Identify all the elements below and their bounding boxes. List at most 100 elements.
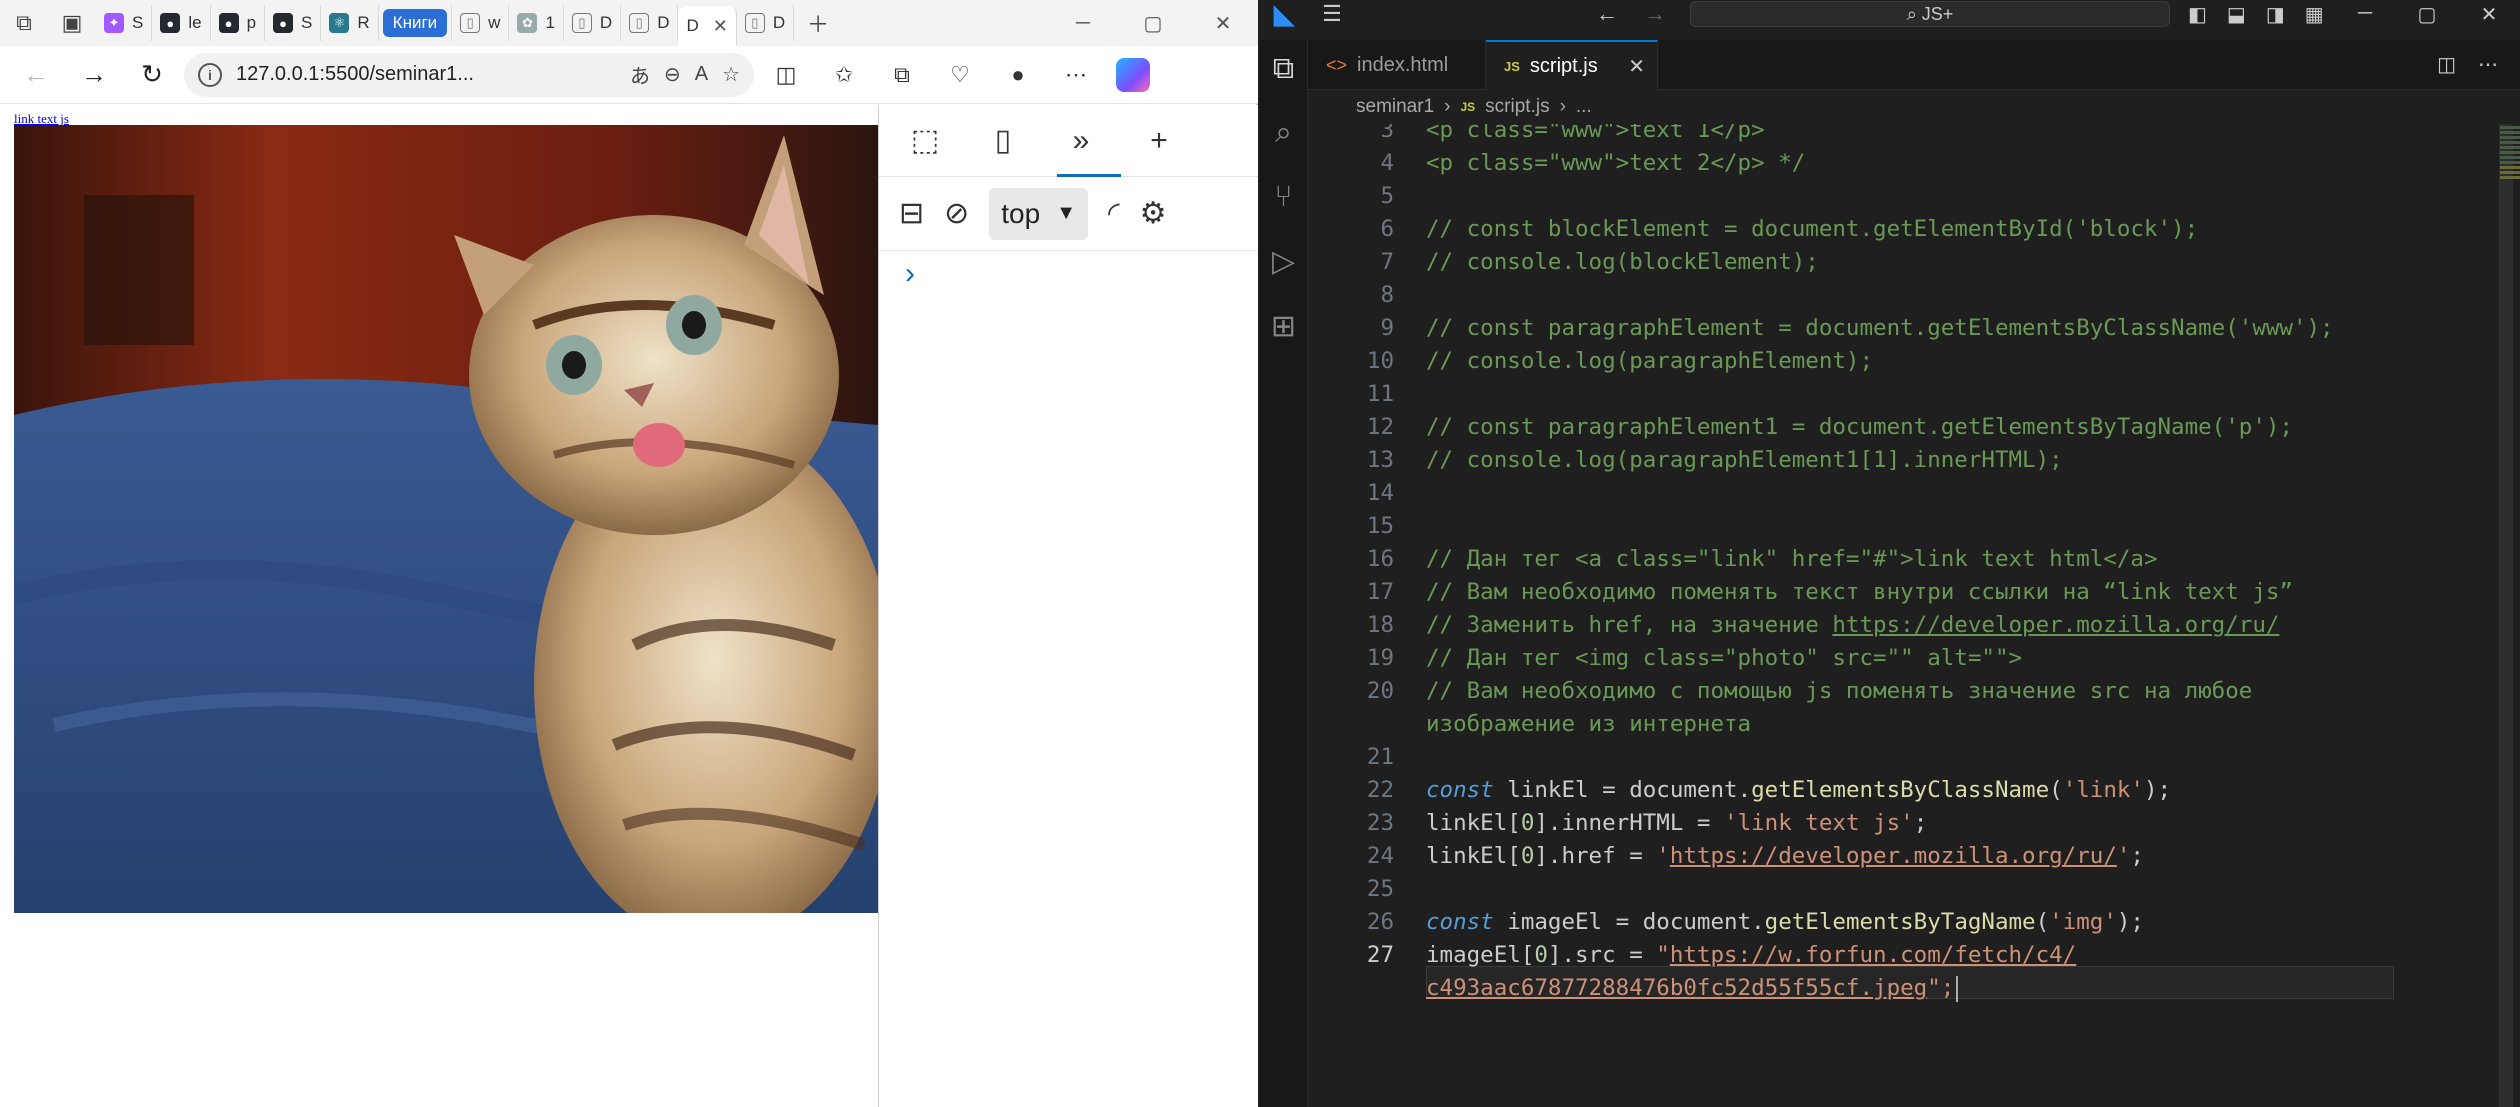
browser-tab[interactable]: ✿ 1 <box>509 5 564 41</box>
maximize-icon[interactable]: ▢ <box>2396 2 2458 27</box>
code-line[interactable]: 9 // const paragraphElement = document.ge… <box>1308 312 2333 345</box>
browser-tab[interactable]: ▯ D <box>737 5 795 41</box>
console-sidebar-icon[interactable]: ⊟ <box>899 196 924 231</box>
code-line[interactable]: 23 linkEl[0].innerHTML = 'link text js'; <box>1308 807 2334 840</box>
code-line[interactable]: 16 // Дан тег <a class="link" href="#">li… <box>1308 543 2334 576</box>
browser-tab[interactable]: ● p <box>211 5 266 41</box>
code-line[interactable]: 17 // Вам необходимо поменять текст внутр… <box>1308 576 2334 609</box>
browser-tab[interactable]: ✦ S <box>96 5 153 41</box>
code-text: <p class="www">text 1</p> <box>1426 124 1765 143</box>
code-line[interactable]: 18 // Заменить href, на значение https://… <box>1308 609 2334 642</box>
settings-gear-icon[interactable]: ⚙ <box>1140 196 1167 231</box>
maximize-icon[interactable]: ▢ <box>1118 0 1188 46</box>
minimap[interactable] <box>2500 124 2520 244</box>
code-line[interactable]: 4 <p class="www">text 2</p> */ <box>1308 147 2334 180</box>
browser-tab[interactable]: ⚛ R <box>321 5 379 41</box>
profile-icon[interactable]: ● <box>992 53 1044 97</box>
browser-tab[interactable]: ▯ D <box>564 5 622 41</box>
toggle-panel-icon[interactable]: ⬓ <box>2227 2 2246 27</box>
workspaces-icon[interactable]: ⧉ <box>0 0 48 46</box>
code-text: linkEl[0].href = 'https://developer.mozi… <box>1426 843 2144 869</box>
explorer-icon[interactable]: ⧉ <box>1264 52 1304 86</box>
read-aloud-icon[interactable]: A <box>695 63 708 86</box>
run-debug-icon[interactable]: ▷ <box>1264 244 1304 279</box>
code-line[interactable]: 22 const linkEl = document.getElementsByC… <box>1308 774 2334 807</box>
split-editor-icon[interactable]: ◫ <box>2437 52 2456 77</box>
source-control-icon[interactable]: ⑂ <box>1264 180 1304 214</box>
back-arrow-icon[interactable]: ← <box>10 53 62 97</box>
code-line[interactable]: 19 // Дан тег <img class="photo" src="" a… <box>1308 642 2334 675</box>
code-line[interactable]: 8 <box>1308 279 2334 312</box>
code-line[interactable]: 21 <box>1308 741 2334 774</box>
url-text[interactable]: 127.0.0.1:5500/seminar1... <box>236 63 616 86</box>
code-line[interactable]: c493aac67877288476b0fc52d55f55cf.jpeg"; <box>1308 972 2334 1005</box>
live-expression-icon[interactable]: ◜ <box>1108 196 1120 231</box>
browser-tab[interactable]: ● S <box>265 5 322 41</box>
code-line[interactable]: 24 linkEl[0].href = 'https://developer.mo… <box>1308 840 2334 873</box>
close-tab-icon[interactable]: ✕ <box>713 16 728 37</box>
code-line[interactable]: 26 const imageEl = document.getElementsBy… <box>1308 906 2334 939</box>
code-line[interactable]: 20 // Вам необходимо с помощью js поменят… <box>1308 675 2334 708</box>
code-line[interactable]: 11 <box>1308 378 2334 411</box>
forward-arrow-icon[interactable]: → <box>68 53 120 97</box>
customize-layout-icon[interactable]: ▦ <box>2305 2 2324 27</box>
code-line[interactable]: 3 <p class="www">text 1</p> <box>1308 124 2334 147</box>
browser-tab[interactable]: ● le <box>152 5 211 41</box>
address-bar[interactable]: i 127.0.0.1:5500/seminar1... あ ⊖ A ☆ <box>184 52 754 97</box>
refresh-icon[interactable]: ↻ <box>126 53 178 97</box>
vertical-tabs-icon[interactable]: ▣ <box>48 0 96 46</box>
code-line[interactable]: 6 // const blockElement = document.getEle… <box>1308 213 2334 246</box>
minimize-icon[interactable]: ─ <box>2334 2 2396 27</box>
tab-index-html[interactable]: <> index.html <box>1308 40 1486 90</box>
browser-tab[interactable]: ▯ w <box>452 5 510 41</box>
extensions-icon[interactable]: ⊞ <box>1264 309 1304 344</box>
favorite-star-icon[interactable]: ☆ <box>722 62 740 87</box>
close-window-icon[interactable]: ✕ <box>2458 2 2520 27</box>
translate-icon[interactable]: あ <box>630 60 650 89</box>
search-icon[interactable]: ⌕ <box>1264 116 1304 150</box>
code-line[interactable]: 25 <box>1308 873 2334 906</box>
console-prompt-icon[interactable]: › <box>879 251 1258 291</box>
more-tools-icon[interactable]: » <box>1057 117 1121 177</box>
zoom-out-icon[interactable]: ⊖ <box>664 62 681 87</box>
back-arrow-icon[interactable]: ← <box>1596 1 1618 27</box>
tab-script-js[interactable]: JS script.js ✕ <box>1486 40 1658 90</box>
browser-tab[interactable]: ▯ D <box>621 5 679 41</box>
site-info-icon[interactable]: i <box>198 62 222 87</box>
collections-icon[interactable]: ⧉ <box>876 53 928 97</box>
close-window-icon[interactable]: ✕ <box>1188 0 1258 46</box>
menu-icon[interactable]: ☰ <box>1308 1 1356 27</box>
code-line[interactable]: изображение из интернета <box>1308 708 2334 741</box>
editor-scrollbar[interactable] <box>2499 124 2513 1107</box>
code-text: // const blockElement = document.getElem… <box>1426 216 2199 242</box>
more-menu-icon[interactable]: ⋯ <box>1050 53 1102 97</box>
performance-icon[interactable]: ♡ <box>934 53 986 97</box>
command-center-search[interactable]: ⌕ JS+ <box>1690 1 2170 27</box>
code-line[interactable]: 15 <box>1308 510 2334 543</box>
code-line[interactable]: 12 // const paragraphElement1 = document.… <box>1308 411 2334 444</box>
code-line[interactable]: 7 // console.log(blockElement); <box>1308 246 2334 279</box>
code-line[interactable]: 13 // console.log(paragraphElement1[1].in… <box>1308 444 2334 477</box>
clear-console-icon[interactable]: ⊘ <box>944 196 969 231</box>
close-tab-icon[interactable]: ✕ <box>1628 54 1645 79</box>
code-line[interactable]: 10 // console.log(paragraphElement); <box>1308 345 2334 378</box>
device-emulation-icon[interactable]: ▯ <box>979 117 1027 165</box>
code-line[interactable]: 5 <box>1308 180 2334 213</box>
add-tool-icon[interactable]: + <box>1135 117 1183 165</box>
minimize-icon[interactable]: ─ <box>1048 0 1118 46</box>
inspect-element-icon[interactable]: ⬚ <box>901 117 949 165</box>
tab-group-books[interactable]: Книги <box>379 5 453 41</box>
code-line[interactable]: 27 imageEl[0].src = "https://w.forfun.com… <box>1308 939 2334 972</box>
new-tab-button[interactable]: ＋ <box>794 0 842 46</box>
more-actions-icon[interactable]: ⋯ <box>2478 52 2498 77</box>
favorites-icon[interactable]: ✩ <box>818 53 870 97</box>
toggle-sidebar-icon[interactable]: ◧ <box>2188 2 2207 27</box>
forward-arrow-icon[interactable]: → <box>1644 1 1666 27</box>
split-screen-icon[interactable]: ◫ <box>760 53 812 97</box>
code-line[interactable]: 14 <box>1308 477 2334 510</box>
code-editor[interactable]: 3 <p class="www">text 1</p> 4 <p class="www… <box>1308 124 2520 1107</box>
copilot-icon[interactable] <box>1116 57 1150 92</box>
context-selector[interactable]: top ▼ <box>989 187 1089 240</box>
browser-tab-active[interactable]: D ✕ <box>678 6 737 46</box>
toggle-secondary-sidebar-icon[interactable]: ◨ <box>2266 2 2285 27</box>
